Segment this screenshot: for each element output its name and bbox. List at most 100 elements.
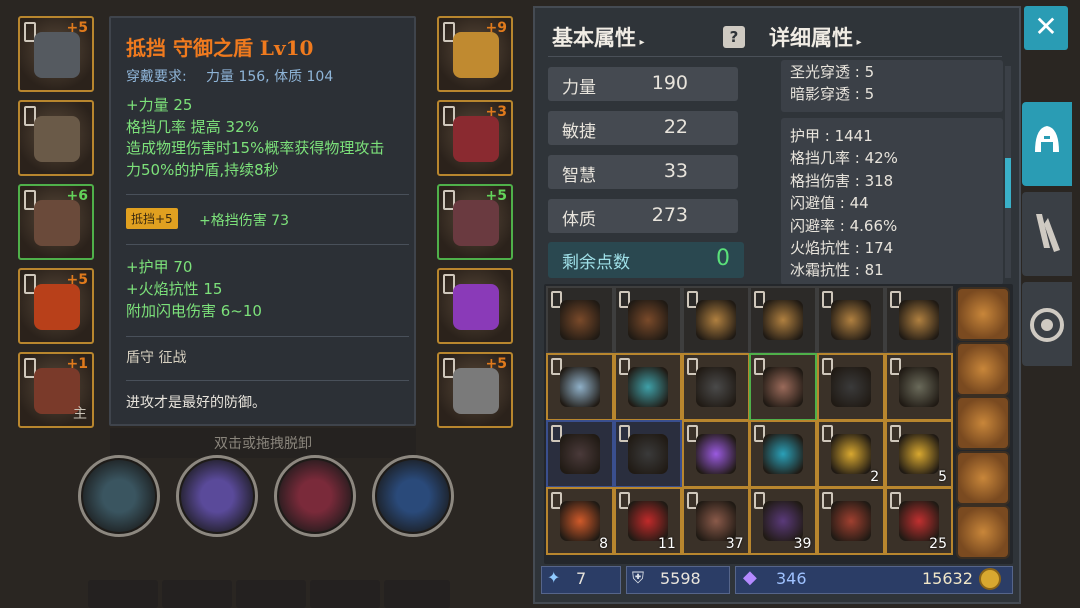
- hotbar-slot[interactable]: [162, 580, 232, 608]
- detail-scrollbar[interactable]: [1005, 66, 1011, 278]
- item-icon: [899, 367, 939, 407]
- inventory-slot[interactable]: 37: [681, 487, 750, 555]
- boot-skill-icon[interactable]: [176, 455, 258, 537]
- enchant-badge: 抵挡+5: [126, 208, 178, 229]
- stack-count: 39: [793, 536, 812, 552]
- detail-line: 圣光穿透 : 5: [790, 63, 875, 81]
- detail-line: 闪避值 : 44: [790, 194, 869, 213]
- scrollbar-thumb[interactable]: [1005, 158, 1011, 208]
- flavor-text: 进攻才是最好的防御。: [126, 395, 266, 411]
- inventory-slot[interactable]: [817, 487, 886, 555]
- hotbar-slot[interactable]: [88, 580, 158, 608]
- blade-skill-icon[interactable]: [78, 455, 160, 537]
- bag-slot[interactable]: [956, 505, 1010, 559]
- inventory-slot[interactable]: [546, 286, 614, 354]
- item-art: [453, 284, 499, 330]
- silver-counter: ⛨ 5598: [626, 566, 730, 594]
- slash-skill-icon[interactable]: [274, 455, 356, 537]
- inventory-slot[interactable]: 25: [885, 487, 953, 555]
- secondary-stats: +护甲 70 +火焰抗性 15 附加闪电伤害 6~10: [126, 256, 262, 322]
- chest-slot[interactable]: [18, 100, 94, 176]
- detailed-attributes-title[interactable]: 详细属性 ▸: [769, 22, 862, 52]
- inventory-slot[interactable]: [681, 286, 750, 354]
- main-weapon-slot[interactable]: +1 主: [18, 352, 94, 428]
- detail-line: 护甲 : 1441: [790, 127, 873, 145]
- inventory-slot[interactable]: [546, 353, 614, 421]
- inventory-slot[interactable]: [749, 286, 818, 354]
- item-icon: [763, 367, 804, 407]
- basic-attributes-title[interactable]: 基本属性 ▸: [552, 22, 645, 52]
- item-icon: [627, 367, 668, 407]
- tab-equipment[interactable]: [1022, 102, 1072, 186]
- stack-count: 8: [599, 536, 608, 552]
- helmet-icon: [1035, 126, 1059, 152]
- enchant-text: +格挡伤害 73: [199, 213, 289, 229]
- requirement-values: 力量 156, 体质 104: [206, 69, 334, 85]
- inventory-slot[interactable]: [613, 353, 682, 421]
- item-tags: 盾守 征战: [126, 350, 187, 366]
- hotbar-slot[interactable]: [384, 580, 450, 608]
- divider: [126, 380, 409, 381]
- inventory-slot[interactable]: 39: [749, 487, 818, 555]
- item-art: [453, 116, 499, 162]
- item-title: 抵挡 守御之盾 Lv10: [126, 36, 314, 60]
- stat-line: +力量 25: [126, 96, 193, 114]
- boots-slot[interactable]: +5: [437, 184, 513, 260]
- gloves-slot[interactable]: +3: [437, 100, 513, 176]
- inventory-slot[interactable]: [749, 420, 818, 488]
- inventory-slot[interactable]: 8: [546, 487, 614, 555]
- divider: [126, 194, 409, 195]
- inventory-slot[interactable]: 5: [885, 420, 953, 488]
- inventory-slot[interactable]: [681, 420, 750, 488]
- hotbar-slot[interactable]: [236, 580, 306, 608]
- legs-slot[interactable]: +6: [18, 184, 94, 260]
- shield-slot[interactable]: +5: [437, 352, 513, 428]
- stat-line: +护甲 70: [126, 258, 193, 276]
- gloves-icon: [1036, 214, 1060, 252]
- stat-line: +火焰抗性 15: [126, 280, 223, 298]
- detail-line: 格挡伤害 : 318: [790, 171, 894, 190]
- item-icon: [627, 300, 668, 340]
- primary-stats: +力量 25 格挡几率 提高 32% 造成物理伤害时15%概率获得物理攻击 力5…: [126, 95, 384, 181]
- inventory-slot[interactable]: [885, 286, 953, 354]
- item-icon: [627, 434, 668, 474]
- unequip-hint: 双击或拖拽脱卸: [214, 436, 312, 452]
- key-counter: ✦ 7: [541, 566, 621, 594]
- item-art: [34, 32, 80, 78]
- close-button[interactable]: ✕: [1024, 6, 1068, 50]
- item-art: [453, 368, 499, 414]
- tab-settings[interactable]: [1022, 282, 1072, 366]
- inventory-slot[interactable]: 11: [613, 487, 682, 555]
- defense-stats: 护甲 : 1441 格挡几率 : 42% 格挡伤害 : 318 闪避值 : 44…: [781, 118, 1003, 285]
- amulet-slot[interactable]: +9: [437, 16, 513, 92]
- enhance-level: +5: [485, 188, 507, 204]
- inventory-slot[interactable]: [885, 353, 953, 421]
- requirement-label: 穿戴要求:: [126, 69, 187, 85]
- enhance-level: +5: [66, 20, 88, 36]
- hotbar-slot[interactable]: [310, 580, 380, 608]
- shadow-skill-icon[interactable]: [372, 455, 454, 537]
- inventory-slot[interactable]: [613, 286, 682, 354]
- help-icon[interactable]: ?: [723, 26, 745, 48]
- gold-coin-icon: [979, 568, 1001, 590]
- item-icon: [831, 300, 872, 340]
- item-art: [34, 284, 80, 330]
- ring2-slot[interactable]: [437, 268, 513, 344]
- inventory-slot[interactable]: [546, 420, 614, 488]
- inventory-slot[interactable]: [681, 353, 750, 421]
- item-icon: [695, 434, 736, 474]
- inventory-slot[interactable]: 2: [817, 420, 886, 488]
- bag-slot[interactable]: [956, 287, 1010, 341]
- ring-slot[interactable]: +5: [18, 268, 94, 344]
- inventory-slot[interactable]: [817, 353, 886, 421]
- inventory-slot[interactable]: [749, 353, 818, 421]
- main-hand-mark: 主: [73, 406, 87, 422]
- item-icon: [831, 367, 872, 407]
- bag-slot[interactable]: [956, 396, 1010, 450]
- inventory-slot[interactable]: [817, 286, 886, 354]
- bag-slot[interactable]: [956, 450, 1010, 505]
- inventory-slot[interactable]: [613, 420, 682, 488]
- helmet-slot[interactable]: +5: [18, 16, 94, 92]
- bag-slot[interactable]: [956, 341, 1010, 396]
- tab-gloves[interactable]: [1022, 192, 1072, 276]
